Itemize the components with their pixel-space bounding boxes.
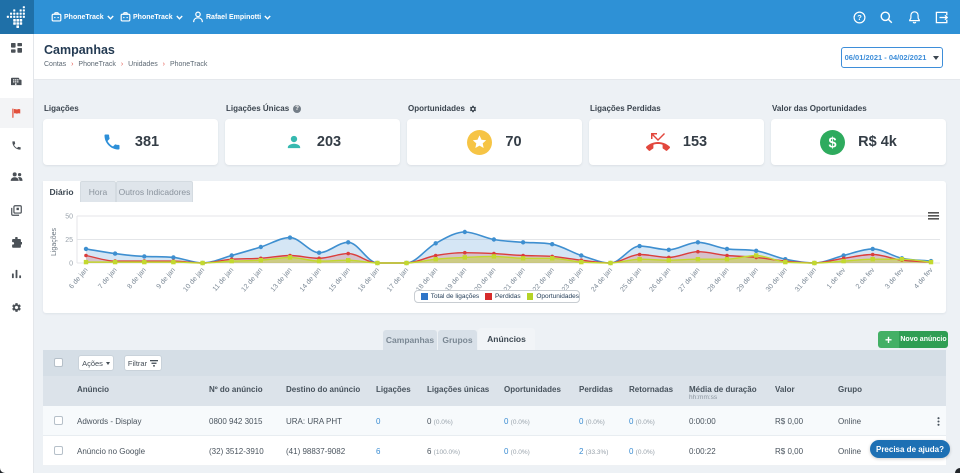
- svg-text:13 de jan: 13 de jan: [270, 267, 294, 294]
- svg-text:11 de jan: 11 de jan: [212, 267, 236, 293]
- svg-text:10 de jan: 10 de jan: [182, 267, 206, 294]
- svg-text:16 de jan: 16 de jan: [357, 267, 381, 294]
- svg-text:28 de jan: 28 de jan: [707, 267, 731, 294]
- svg-text:30 de jan: 30 de jan: [765, 267, 789, 294]
- svg-text:9 de jan: 9 de jan: [156, 267, 177, 291]
- svg-text:15 de jan: 15 de jan: [328, 267, 352, 294]
- svg-text:31 de jan: 31 de jan: [794, 267, 818, 294]
- svg-text:24 de jan: 24 de jan: [590, 267, 614, 294]
- svg-text:17 de jan: 17 de jan: [386, 267, 410, 294]
- svg-text:29 de jan: 29 de jan: [736, 267, 760, 294]
- svg-text:14 de jan: 14 de jan: [299, 267, 323, 294]
- svg-text:6 de jan: 6 de jan: [68, 267, 89, 291]
- svg-text:2 de fev: 2 de fev: [855, 266, 877, 290]
- svg-text:4 de fev: 4 de fev: [913, 266, 935, 290]
- svg-text:3 de fev: 3 de fev: [884, 266, 906, 290]
- svg-text:26 de jan: 26 de jan: [648, 267, 672, 294]
- svg-text:7 de jan: 7 de jan: [97, 267, 118, 291]
- svg-text:8 de jan: 8 de jan: [126, 267, 147, 291]
- svg-text:$: $: [829, 135, 837, 151]
- svg-text:1 de fev: 1 de fev: [826, 266, 848, 290]
- svg-text:Ligações: Ligações: [51, 227, 58, 256]
- svg-text:27 de jan: 27 de jan: [678, 267, 702, 294]
- svg-text:25 de jan: 25 de jan: [619, 267, 643, 294]
- svg-text:50: 50: [65, 214, 73, 221]
- svg-text:25: 25: [65, 237, 73, 244]
- svg-text:0: 0: [69, 261, 73, 268]
- svg-text:12 de jan: 12 de jan: [240, 267, 264, 294]
- svg-text:?: ?: [857, 13, 862, 22]
